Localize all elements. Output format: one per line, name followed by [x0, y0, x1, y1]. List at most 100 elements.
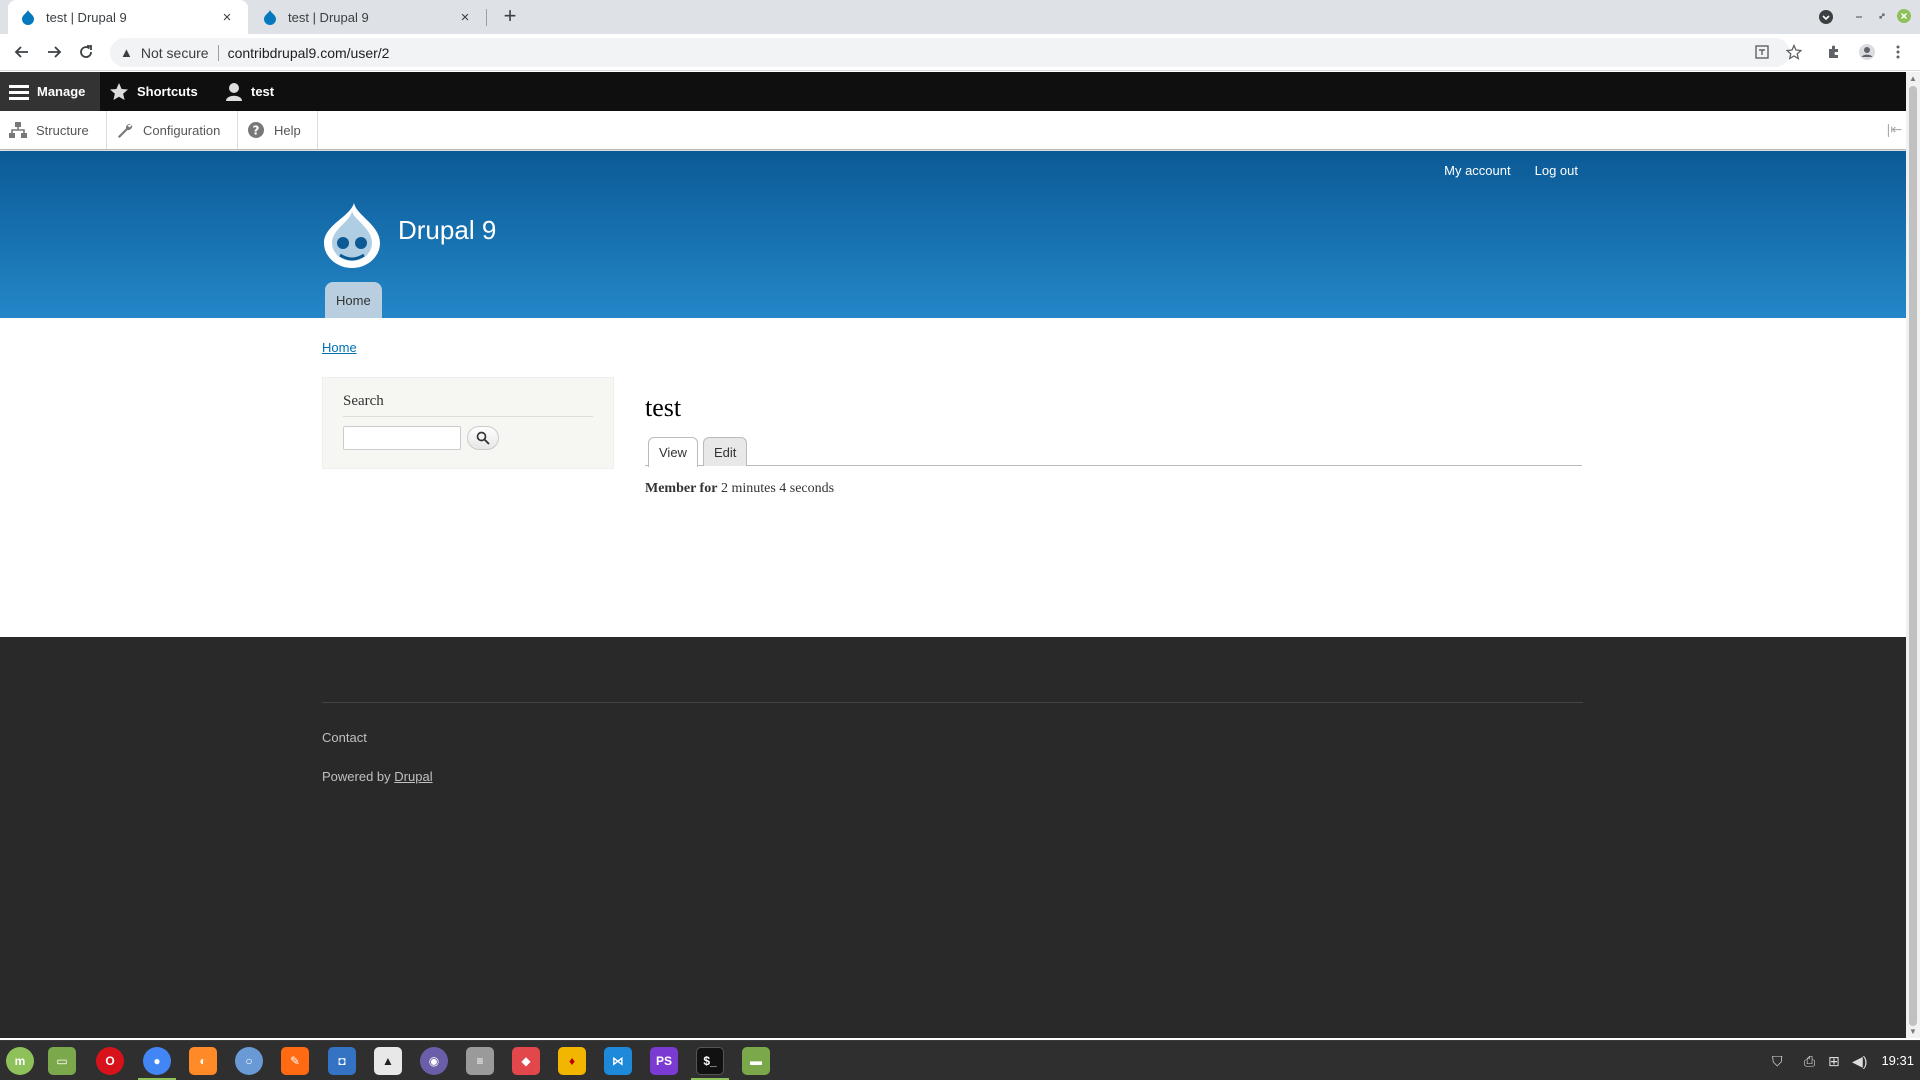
toolbar-shortcuts[interactable]: Shortcuts [100, 72, 207, 111]
member-for-label: Member for [645, 481, 718, 496]
sublime-icon[interactable]: ✎ [281, 1047, 309, 1075]
address-bar[interactable]: ▲ Not secure contribdrupal9.com/user/2 [110, 38, 1790, 67]
reload-icon [80, 45, 92, 58]
tray-item-label: Help [274, 122, 301, 138]
svg-text:?: ? [253, 124, 260, 138]
tab-edit[interactable]: Edit [703, 437, 748, 466]
browser-tab-active[interactable]: test | Drupal 9 × [8, 0, 248, 34]
admin-toolbar-tray: Structure Configuration ? Help |⇤ [0, 111, 1910, 150]
screenshot-icon[interactable]: ◘ [328, 1047, 356, 1075]
url-text[interactable]: contribdrupal9.com/user/2 [228, 45, 390, 61]
omnibox-divider [217, 44, 219, 61]
browser-tab[interactable]: test | Drupal 9 × [250, 0, 486, 34]
bookmark-star-icon[interactable] [1786, 44, 1802, 60]
tab-search-icon[interactable] [1818, 9, 1834, 25]
files-icon[interactable]: ▭ [48, 1047, 76, 1075]
reload-button[interactable] [74, 40, 98, 64]
kebab-menu-icon[interactable] [1890, 44, 1906, 60]
scroll-up-icon[interactable]: ▲ [1909, 74, 1917, 83]
search-input[interactable] [343, 426, 461, 450]
inkscape-icon[interactable]: ▲ [374, 1047, 402, 1075]
member-for: Member for 2 minutes 4 seconds [645, 481, 834, 497]
main-menu-home[interactable]: Home [325, 282, 382, 318]
drupal-favicon-icon [264, 10, 276, 25]
warning-icon[interactable]: ▲ [120, 45, 133, 60]
tab-close-icon[interactable]: × [218, 9, 236, 26]
browser-toolbar: ▲ Not secure contribdrupal9.com/user/2 [0, 34, 1920, 71]
window-close-icon[interactable] [1896, 8, 1912, 24]
security-label[interactable]: Not secure [141, 45, 209, 61]
user-icon [226, 82, 242, 101]
scroll-down-icon[interactable]: ▼ [1909, 1027, 1917, 1036]
forward-button[interactable] [42, 40, 66, 64]
clock[interactable]: 19:31 [1881, 1053, 1914, 1068]
admin-toolbar: Manage Shortcuts test [0, 72, 1910, 111]
page-scrollbar[interactable]: ▲ ▼ [1906, 72, 1920, 1038]
help-icon: ? [248, 122, 264, 138]
secondary-menu: My account Log out [1444, 163, 1578, 178]
phpstorm-icon[interactable]: PS [650, 1047, 678, 1075]
maximize-icon[interactable] [1876, 10, 1888, 22]
back-button[interactable] [10, 40, 34, 64]
opera-icon[interactable]: O [96, 1047, 124, 1075]
translate-icon[interactable] [1754, 44, 1770, 60]
chromium-icon[interactable]: ○ [235, 1047, 263, 1075]
site-name[interactable]: Drupal 9 [398, 215, 496, 246]
filezilla-icon[interactable]: ♦ [558, 1047, 586, 1075]
tab-view[interactable]: View [648, 437, 698, 467]
drupal-logo[interactable] [322, 201, 382, 269]
shield-icon[interactable]: ⛉ [1772, 1053, 1783, 1070]
network-icon[interactable]: ⊞ [1828, 1053, 1840, 1070]
search-block: Search [322, 377, 614, 469]
toolbar-manage[interactable]: Manage [0, 72, 100, 111]
star-icon [110, 82, 128, 100]
footer-contact-link[interactable]: Contact [322, 730, 367, 745]
minimize-icon[interactable] [1853, 10, 1865, 22]
extensions-icon[interactable] [1826, 44, 1842, 60]
search-form [343, 426, 593, 450]
browser-tab-title: test | Drupal 9 [288, 9, 369, 25]
footer-divider [322, 702, 1583, 703]
mint-menu-icon[interactable]: m [6, 1047, 34, 1075]
tray-item-structure[interactable]: Structure [0, 111, 107, 149]
tray-item-configuration[interactable]: Configuration [107, 111, 238, 149]
firefox-icon[interactable]: ◐ [189, 1047, 217, 1075]
tray-item-label: Configuration [143, 122, 221, 138]
hamburger-icon [9, 84, 29, 100]
toolbar-user[interactable]: test [216, 72, 283, 111]
breadcrumb-home[interactable]: Home [322, 340, 357, 355]
tray-item-label: Structure [36, 122, 89, 138]
printer-icon[interactable]: ⎙ [1804, 1053, 1815, 1070]
vscode-icon[interactable]: ⋈ [604, 1047, 632, 1075]
os-taskbar: m ▭ O ● ◐ ○ ✎ ◘ ▲ ◉ ≡ ◆ ♦ ⋈ PS $_ ▬ ⛉ ⎙ … [0, 1040, 1920, 1080]
log-out-link[interactable]: Log out [1535, 163, 1578, 178]
page-title: test [645, 393, 682, 422]
drupal-favicon-icon [22, 10, 34, 25]
local-tabs: View Edit [645, 437, 1582, 467]
search-button[interactable] [467, 426, 499, 450]
volume-icon[interactable]: ◀) [1852, 1053, 1867, 1070]
obs-icon[interactable]: ◉ [420, 1047, 448, 1075]
site-header: My account Log out Drupal 9 Home [0, 151, 1906, 318]
chrome-icon[interactable]: ● [143, 1047, 171, 1075]
tray-item-help[interactable]: ? Help [238, 111, 318, 149]
scroll-thumb[interactable] [1909, 86, 1917, 1026]
browser-tab-title: test | Drupal 9 [46, 9, 127, 25]
search-block-title: Search [343, 393, 593, 417]
browser-tab-strip: test | Drupal 9 × test | Drupal 9 × + [0, 0, 1920, 34]
terminal-icon[interactable]: $_ [696, 1047, 724, 1075]
git-icon[interactable]: ◆ [512, 1047, 540, 1075]
search-icon [476, 431, 490, 445]
profile-icon[interactable] [1858, 43, 1876, 61]
new-tab-button[interactable]: + [498, 5, 522, 29]
tab-close-icon[interactable]: × [456, 9, 474, 26]
tray-orientation-toggle-icon[interactable]: |⇤ [1887, 121, 1902, 138]
powered-by: Powered by Drupal [322, 769, 433, 784]
folder-icon[interactable]: ▬ [742, 1047, 770, 1075]
drupal-link[interactable]: Drupal [394, 769, 432, 784]
structure-icon [9, 122, 27, 138]
database-icon[interactable]: ≡ [466, 1047, 494, 1075]
my-account-link[interactable]: My account [1444, 163, 1510, 178]
wrench-icon [118, 123, 133, 138]
arrow-left-icon [14, 46, 28, 58]
